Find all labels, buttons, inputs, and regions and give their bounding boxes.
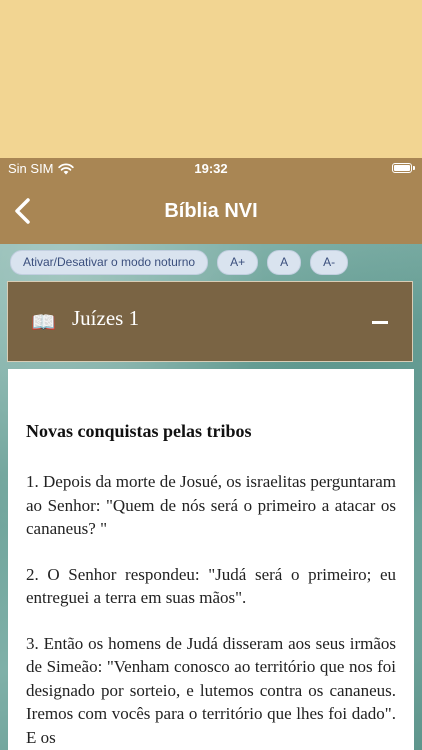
status-time: 19:32	[194, 161, 228, 176]
font-reset-button[interactable]: A	[267, 250, 302, 275]
font-decrease-button[interactable]: A-	[310, 250, 349, 275]
section-heading: Novas conquistas pelas tribos	[26, 421, 252, 441]
chapter-header[interactable]: 📖 Juízes 1	[7, 281, 413, 362]
verse: 3. Então os homens de Judá disseram aos …	[26, 633, 396, 747]
chapter-text: Novas conquistas pelas tribos 1. Depois …	[8, 369, 414, 750]
font-increase-button[interactable]: A+	[217, 250, 259, 275]
verse: 2. O Senhor respondeu: "Judá será o prim…	[26, 564, 396, 608]
navigation-bar: Bíblia NVI	[0, 180, 422, 244]
status-bar: Sin SIM 19:32	[0, 158, 422, 180]
collapse-icon[interactable]	[372, 321, 388, 324]
night-mode-button[interactable]: Ativar/Desativar o modo noturno	[10, 250, 209, 275]
book-icon: 📖	[31, 312, 56, 334]
toolbar: Ativar/Desativar o modo noturno A+ A A-	[10, 250, 349, 275]
page-title: Bíblia NVI	[164, 200, 258, 222]
battery-icon	[392, 163, 415, 173]
chapter-title: Juízes 1	[72, 306, 140, 330]
top-band	[0, 0, 422, 158]
verse: 1. Depois da morte de Josué, os israelit…	[26, 472, 396, 538]
